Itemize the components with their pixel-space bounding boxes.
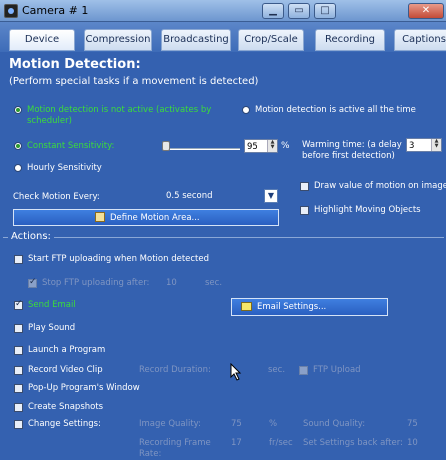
record-duration-label: Record Duration: (139, 365, 211, 375)
image-quality-value[interactable]: 75 (231, 419, 242, 429)
ftp-upload-small-checkbox[interactable] (299, 366, 308, 375)
check-interval-dropdown-icon[interactable]: ▼ (264, 189, 278, 203)
image-quality-unit: % (269, 419, 278, 429)
radio-always[interactable] (242, 106, 250, 114)
draw-value-checkbox[interactable] (300, 182, 309, 191)
stop-ftp-checkbox[interactable]: ✓ (28, 277, 37, 288)
highlight-label: Highlight Moving Objects (314, 205, 421, 215)
send-email-checkbox[interactable]: ✓ (14, 299, 23, 310)
create-snapshots-checkbox[interactable] (14, 403, 23, 412)
tab-captions[interactable]: Captions (394, 29, 446, 51)
tab-strip: Device Compression Broadcasting Crop/Sca… (0, 22, 446, 52)
warming-time-spinner[interactable]: 3 ▲ ▼ (406, 138, 442, 152)
change-settings-checkbox[interactable] (14, 420, 23, 429)
spin-arrows-icon[interactable]: ▲ ▼ (431, 139, 441, 151)
warming-time-label: Warming time: (a delay before first dete… (302, 140, 402, 161)
play-sound-checkbox[interactable] (14, 324, 23, 333)
email-settings-button[interactable]: Email Settings... (231, 298, 388, 316)
popup-window-label: Pop-Up Program's Window (28, 383, 140, 393)
set-back-label: Set Settings back after: (303, 438, 403, 448)
radio-scheduler[interactable] (14, 106, 22, 114)
launch-program-checkbox[interactable] (14, 346, 23, 355)
mouse-cursor-icon (230, 363, 242, 381)
check-interval-value[interactable]: 0.5 second (166, 191, 213, 201)
popup-window-checkbox[interactable] (14, 384, 23, 393)
frame-rate-value[interactable]: 17 (231, 438, 242, 448)
warming-time-value: 3 (409, 141, 415, 151)
email-settings-label: Email Settings... (257, 302, 327, 312)
frame-rate-label: Recording Frame Rate: (139, 438, 211, 459)
sensitivity-spinner[interactable]: 95 ▲ ▼ (244, 139, 278, 153)
define-motion-area-label: Define Motion Area... (110, 213, 200, 223)
email-icon (241, 302, 252, 311)
ftp-upload-label: Start FTP uploading when Motion detected (28, 254, 210, 264)
check-motion-label: Check Motion Every: (13, 192, 100, 202)
launch-program-label: Launch a Program (28, 345, 106, 355)
camera-app-icon (4, 4, 18, 18)
restore-button[interactable]: ▭ (288, 3, 310, 19)
stop-ftp-value[interactable]: 10 (166, 278, 177, 288)
define-motion-area-button[interactable]: Define Motion Area... (13, 209, 279, 226)
constant-sensitivity-label: Constant Sensitivity: (27, 141, 115, 151)
actions-separator (54, 237, 444, 238)
actions-title: Actions: (11, 231, 51, 242)
send-email-label: Send Email (28, 300, 76, 310)
mode-scheduler-label: Motion detection is not active (activate… (27, 105, 212, 126)
record-video-label: Record Video Clip (28, 365, 103, 375)
create-snapshots-label: Create Snapshots (28, 402, 104, 412)
stop-ftp-unit: sec. (205, 278, 223, 288)
motion-detection-subtitle: (Perform special tasks if a movement is … (9, 76, 259, 87)
close-button[interactable]: ✕ (408, 3, 444, 19)
motion-detection-title: Motion Detection: (9, 57, 141, 72)
record-duration-unit: sec. (268, 365, 286, 375)
image-quality-label: Image Quality: (139, 419, 201, 429)
sensitivity-slider-track[interactable] (164, 148, 240, 150)
sensitivity-slider-thumb[interactable] (162, 141, 170, 151)
window-title: Camera # 1 (22, 4, 89, 17)
mode-always-label: Motion detection is active all the time (255, 105, 416, 115)
tab-crop-scale[interactable]: Crop/Scale (238, 29, 304, 51)
highlight-checkbox[interactable] (300, 206, 309, 215)
maximize-button[interactable]: □ (314, 3, 336, 19)
tab-broadcasting[interactable]: Broadcasting (161, 29, 231, 51)
tab-recording[interactable]: Recording (315, 29, 385, 51)
frame-rate-unit: fr/sec (269, 438, 293, 448)
radio-hourly-sensitivity[interactable] (14, 164, 22, 172)
radio-constant-sensitivity[interactable] (14, 142, 22, 150)
change-settings-label: Change Settings: (28, 419, 101, 429)
record-video-checkbox[interactable] (14, 366, 23, 375)
ftp-upload-checkbox[interactable] (14, 255, 23, 264)
tab-compression[interactable]: Compression (84, 29, 152, 51)
tab-device[interactable]: Device (9, 29, 75, 51)
motion-area-icon (95, 212, 105, 222)
hourly-sensitivity-label: Hourly Sensitivity (27, 163, 102, 173)
title-bar: Camera # 1 ▁ ▭ □ ✕ (0, 0, 446, 22)
ftp-upload-small-label: FTP Upload (313, 365, 361, 375)
set-back-value[interactable]: 10 (407, 438, 418, 448)
actions-separator-left (3, 237, 8, 238)
draw-value-label: Draw value of motion on image (314, 181, 446, 191)
sound-quality-value[interactable]: 75 (407, 419, 418, 429)
play-sound-label: Play Sound (28, 323, 76, 333)
spin-arrows-icon[interactable]: ▲ ▼ (267, 140, 277, 152)
stop-ftp-label: Stop FTP uploading after: (42, 278, 150, 288)
sensitivity-unit: % (281, 141, 290, 151)
sound-quality-label: Sound Quality: (303, 419, 366, 429)
minimize-button[interactable]: ▁ (262, 3, 284, 19)
sensitivity-value: 95 (247, 142, 258, 152)
